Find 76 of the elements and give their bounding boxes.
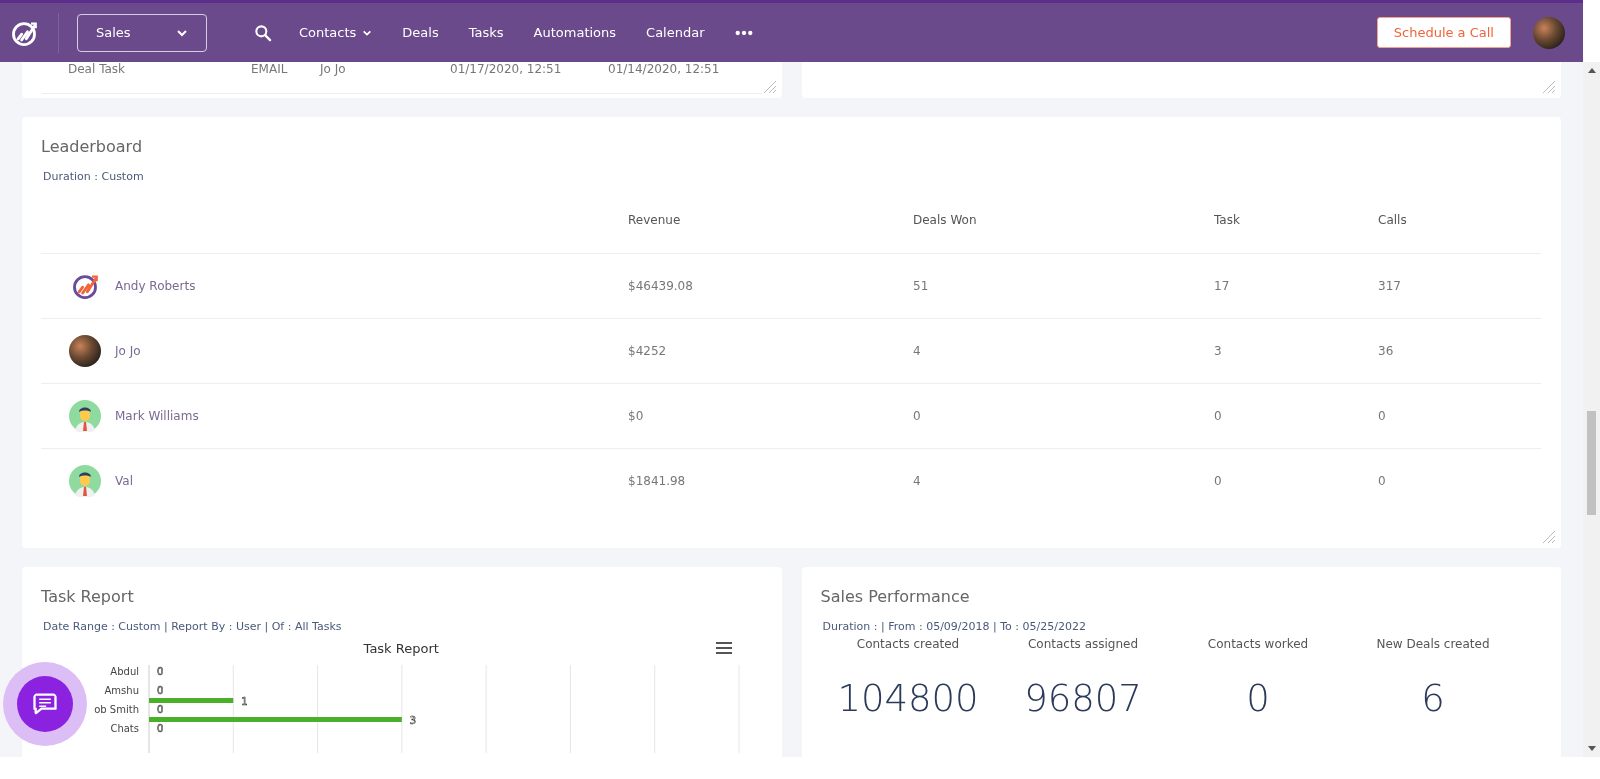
card-title: Task Report bbox=[41, 587, 135, 606]
scroll-up-icon[interactable] bbox=[1587, 68, 1596, 73]
table-cell: 0 bbox=[1378, 474, 1386, 488]
user-name: Andy Roberts bbox=[115, 279, 196, 293]
nav-link[interactable]: Deals bbox=[402, 25, 439, 40]
table-cell-text: 17 bbox=[1214, 279, 1231, 293]
scrollbar[interactable] bbox=[1583, 62, 1600, 757]
module-select[interactable]: Sales bbox=[77, 13, 207, 52]
column-header: Calls bbox=[1378, 213, 1407, 227]
table-cell-text: $46439.08 bbox=[628, 279, 694, 293]
resize-grip-icon bbox=[1541, 79, 1557, 95]
table-cell-text: 01/17/2020, 12:51 bbox=[450, 62, 563, 76]
metric-value: 6 bbox=[1421, 677, 1445, 720]
nav-link[interactable]: Tasks bbox=[468, 25, 504, 40]
table-cell-text: Jo Jo bbox=[320, 62, 347, 76]
table-cell-text: $1841.98 bbox=[628, 474, 687, 488]
user-name: Jo Jo bbox=[115, 344, 141, 358]
table-cell-text: 51 bbox=[913, 279, 930, 293]
table-cell-text: 3 bbox=[1214, 344, 1223, 358]
resize-grip-icon bbox=[761, 79, 778, 95]
axis-label: Amshu bbox=[104, 685, 139, 696]
data-label: 0 bbox=[157, 704, 164, 715]
card-subtitle: Duration : Custom bbox=[43, 170, 145, 183]
person-avatar-icon bbox=[69, 465, 101, 497]
table-cell-text: 0 bbox=[1214, 474, 1223, 488]
table-cell: 317 bbox=[1378, 279, 1401, 293]
metric-label: New Deals created bbox=[1376, 637, 1490, 651]
table-cell: 01/14/2020, 12:51 bbox=[608, 62, 720, 76]
user-name: Mark Williams bbox=[115, 409, 199, 423]
chat-icon bbox=[17, 676, 73, 732]
card-subtitle: Date Range : Custom | Report By : User | Of : All Tasks bbox=[43, 620, 343, 633]
metric-label: Contacts assigned bbox=[1027, 637, 1139, 651]
metric-label: Contacts worked bbox=[1207, 637, 1309, 651]
table-cell-text: EMAIL bbox=[251, 62, 289, 76]
scrollbar-thumb[interactable] bbox=[1587, 411, 1596, 515]
column-header: Revenue bbox=[628, 213, 682, 227]
chart-title: Task Report bbox=[363, 640, 439, 656]
logo-icon bbox=[71, 272, 99, 300]
axis-label: ob Smith bbox=[94, 704, 139, 715]
nav-link[interactable]: Automations bbox=[533, 25, 617, 40]
table-cell-text: 0 bbox=[1214, 409, 1223, 423]
user-avatar[interactable] bbox=[1533, 16, 1565, 49]
data-label: 1 bbox=[241, 696, 248, 707]
nav-link[interactable]: Contacts bbox=[299, 25, 373, 40]
resize-grip-icon bbox=[1541, 529, 1557, 545]
metric-value: 0 bbox=[1246, 677, 1270, 720]
table-cell-text: $4252 bbox=[628, 344, 668, 358]
table-cell-text: Deal Task bbox=[68, 62, 127, 76]
menu-icon[interactable] bbox=[715, 642, 732, 654]
column-header: Deals Won bbox=[913, 213, 978, 227]
metric-value: 96807 bbox=[1024, 677, 1142, 720]
data-label: 0 bbox=[157, 723, 164, 734]
table-cell-text: 4 bbox=[913, 474, 922, 488]
metric-label: Contacts created bbox=[856, 637, 960, 651]
card-title: Sales Performance bbox=[820, 587, 971, 606]
table-cell-text: 4 bbox=[913, 344, 922, 358]
metric-value: 104800 bbox=[837, 677, 979, 720]
data-label: 0 bbox=[157, 685, 164, 696]
table-cell-text: $0 bbox=[628, 409, 645, 423]
table-cell-text: 0 bbox=[913, 409, 922, 423]
avatar bbox=[69, 335, 101, 367]
table-cell: 36 bbox=[1378, 344, 1394, 358]
table-cell: 0 bbox=[1378, 409, 1386, 423]
card-subtitle: Duration : | From : 05/09/2018 | To : 05/25/2022 bbox=[822, 620, 1087, 633]
person-avatar-icon bbox=[69, 400, 101, 432]
axis-label: Chats bbox=[110, 723, 139, 734]
axis-label: Abdul bbox=[110, 666, 139, 677]
data-label: 3 bbox=[409, 715, 417, 726]
card-title: Leaderboard bbox=[41, 137, 144, 156]
column-header: Task bbox=[1214, 213, 1241, 227]
more-icon[interactable] bbox=[734, 29, 753, 36]
nav-link[interactable]: Calendar bbox=[646, 25, 705, 40]
search-icon[interactable] bbox=[253, 22, 273, 43]
data-label: 0 bbox=[157, 666, 164, 677]
user-name: Val bbox=[115, 474, 133, 488]
scroll-down-icon[interactable] bbox=[1587, 746, 1596, 751]
